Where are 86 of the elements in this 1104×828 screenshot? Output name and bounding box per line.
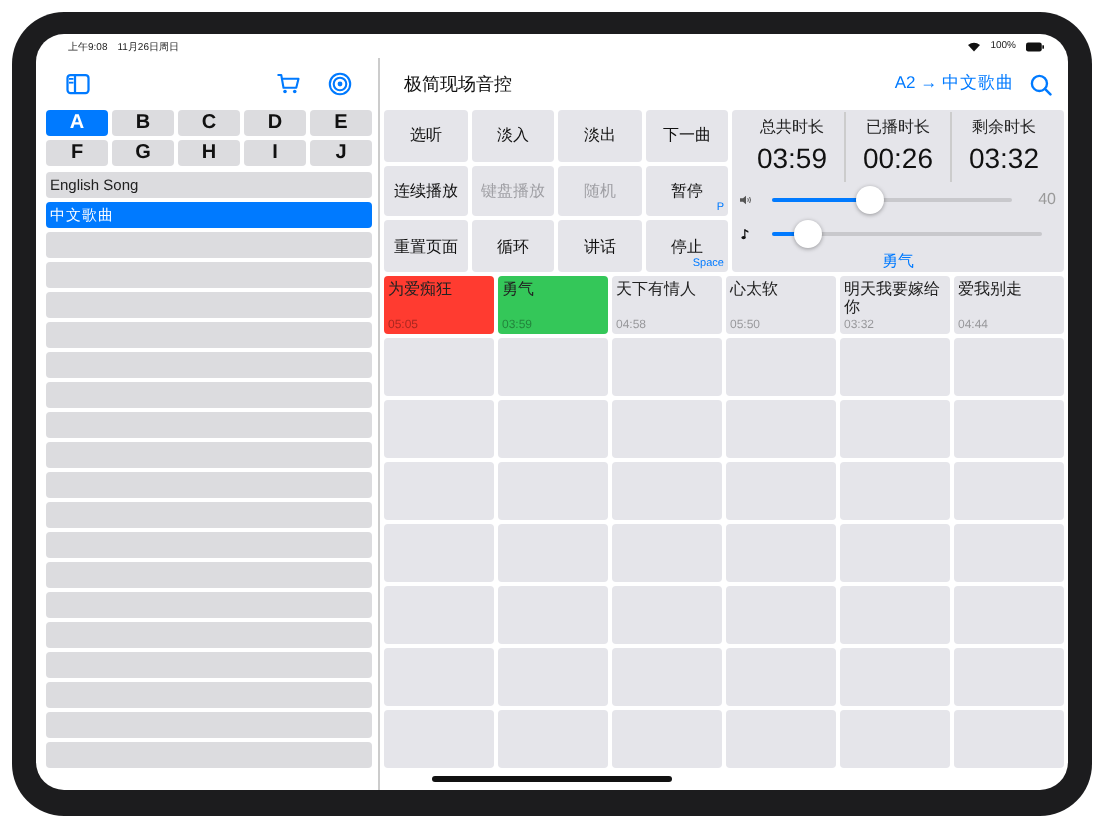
song-title: 勇气 — [502, 280, 534, 299]
empty-song-slot — [726, 586, 836, 644]
empty-song-slot — [612, 462, 722, 520]
slider-thumb[interactable] — [856, 185, 885, 214]
timer-value: 00:26 — [862, 142, 934, 174]
empty-song-slot — [498, 648, 608, 706]
app-title: 极简现场音控 — [404, 71, 512, 97]
empty-song-slot — [384, 710, 494, 768]
empty-song-slot — [384, 338, 494, 396]
letter-tab[interactable]: I — [244, 140, 306, 166]
letter-tab[interactable]: F — [46, 140, 108, 166]
empty-song-slot — [498, 462, 608, 520]
empty-song-slot — [954, 400, 1064, 458]
slider-thumb[interactable] — [793, 219, 822, 248]
letter-tab[interactable]: A — [46, 110, 108, 136]
song-title: 天下有情人 — [616, 280, 696, 299]
timer-label: 总共时长 — [760, 116, 824, 138]
empty-song-slot — [954, 338, 1064, 396]
music-note-icon — [740, 227, 752, 240]
control-button[interactable]: 重置页面 — [384, 220, 467, 272]
empty-song-slot — [726, 400, 836, 458]
letter-tab[interactable]: B — [112, 110, 174, 136]
breadcrumb[interactable]: A2 → 中文歌曲 — [894, 72, 1014, 96]
empty-song-slot — [498, 710, 608, 768]
empty-song-slot — [498, 338, 608, 396]
empty-song-slot — [498, 524, 608, 582]
control-button[interactable]: 循环 — [471, 220, 554, 272]
letter-tab[interactable]: G — [112, 140, 174, 166]
empty-song-slot — [840, 586, 950, 644]
control-button[interactable]: 淡入 — [471, 110, 554, 162]
empty-song-slot — [954, 648, 1064, 706]
empty-song-slot — [498, 586, 608, 644]
control-button[interactable]: 淡出 — [558, 110, 641, 162]
control-button[interactable]: 下一曲 — [645, 110, 728, 162]
empty-song-slot — [954, 710, 1064, 768]
empty-song-slot — [612, 524, 722, 582]
target-icon[interactable] — [328, 72, 352, 96]
letter-tab[interactable]: H — [178, 140, 240, 166]
empty-song-slot — [954, 524, 1064, 582]
letter-tab[interactable]: C — [178, 110, 240, 136]
empty-song-slot — [384, 462, 494, 520]
battery-icon — [1026, 41, 1044, 51]
speaker-icon — [740, 193, 752, 206]
timer-value: 03:32 — [968, 142, 1040, 174]
empty-song-slot — [954, 462, 1064, 520]
empty-song-slot — [954, 586, 1064, 644]
control-button[interactable]: 选听 — [384, 110, 467, 162]
empty-song-slot — [840, 400, 950, 458]
empty-song-slot — [612, 586, 722, 644]
control-button[interactable]: 连续播放 — [384, 165, 467, 217]
empty-song-slot — [840, 338, 950, 396]
current-song-label: 勇气 — [882, 249, 914, 272]
empty-song-slot — [612, 338, 722, 396]
volume-reading: 40 — [1038, 190, 1056, 209]
empty-song-slot — [840, 648, 950, 706]
empty-song-slot — [612, 400, 722, 458]
empty-song-slot — [840, 462, 950, 520]
empty-song-slot — [726, 648, 836, 706]
empty-song-slot — [384, 400, 494, 458]
empty-song-slot — [384, 586, 494, 644]
letter-tab[interactable]: E — [310, 110, 372, 136]
control-button[interactable]: 讲话 — [558, 220, 641, 272]
empty-song-slot — [726, 462, 836, 520]
empty-song-slot — [384, 648, 494, 706]
empty-song-slot — [840, 524, 950, 582]
timer-label: 剩余时长 — [972, 116, 1036, 138]
song-title: 心太软 — [730, 280, 778, 299]
letter-tab[interactable]: D — [244, 110, 306, 136]
song-title: 明天我要嫁给你 — [844, 280, 942, 317]
empty-song-slot — [384, 524, 494, 582]
sidebar-toggle-icon[interactable] — [66, 72, 90, 96]
cart-icon[interactable] — [276, 72, 300, 96]
empty-song-slot — [498, 400, 608, 458]
empty-song-slot — [726, 524, 836, 582]
search-icon[interactable] — [1030, 73, 1052, 95]
wifi-icon — [968, 41, 981, 51]
timer-label: 已播时长 — [866, 116, 930, 138]
letter-tab[interactable]: J — [310, 140, 372, 166]
empty-song-slot — [726, 338, 836, 396]
empty-song-slot — [612, 648, 722, 706]
song-title: 为爱痴狂 — [388, 280, 452, 299]
empty-song-slot — [612, 710, 722, 768]
empty-song-slot — [726, 710, 836, 768]
timer-value: 03:59 — [756, 142, 828, 174]
empty-song-slot — [840, 710, 950, 768]
song-title: 爱我别走 — [958, 280, 1022, 299]
